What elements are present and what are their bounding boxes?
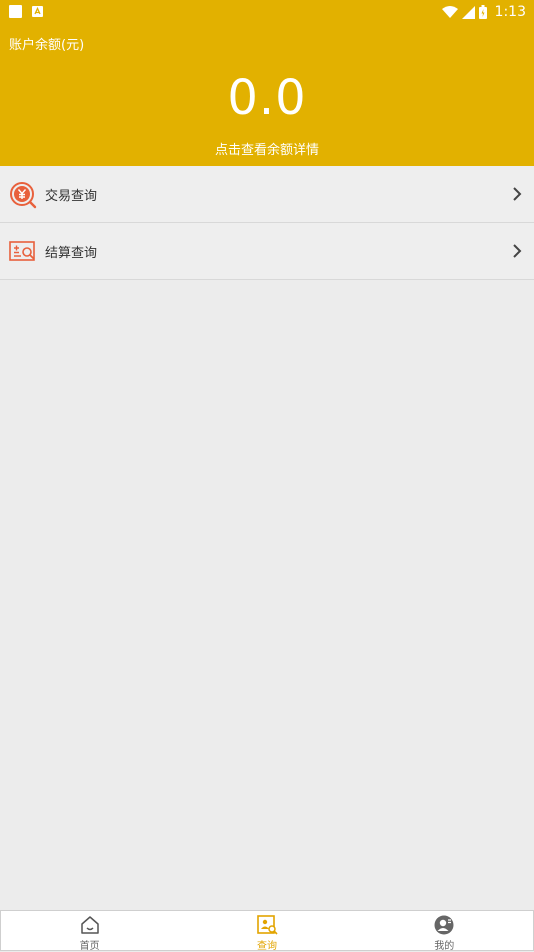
menu-item-transaction-query[interactable]: 交易查询 — [0, 166, 534, 223]
home-icon — [80, 916, 99, 934]
notification-a-icon — [32, 6, 43, 17]
settlement-search-icon — [9, 241, 35, 261]
menu-item-label: 交易查询 — [45, 189, 98, 204]
balance-label: 账户余额(元) — [9, 38, 85, 53]
chevron-right-icon — [513, 187, 522, 201]
status-time: 1:13 — [494, 4, 526, 20]
query-menu: 交易查询 结算查询 — [0, 166, 534, 280]
balance-header: 账户余额(元) 0.0 点击查看余额详情 — [0, 24, 534, 166]
chevron-right-icon — [513, 244, 522, 258]
status-icons: 1:13 — [441, 2, 526, 22]
status-bar: 1:13 — [0, 0, 534, 24]
query-icon — [257, 915, 278, 935]
signal-icon — [461, 5, 475, 19]
bottom-tab-bar: 首页 查询 我的 — [0, 910, 534, 952]
balance-value: 0.0 — [227, 70, 307, 126]
profile-icon — [434, 915, 454, 935]
menu-item-settlement-query[interactable]: 结算查询 — [0, 223, 534, 280]
battery-icon — [478, 5, 487, 19]
wifi-icon — [441, 5, 458, 18]
menu-item-label: 结算查询 — [45, 246, 98, 261]
balance-details-link[interactable]: 点击查看余额详情 — [0, 139, 534, 158]
tab-home[interactable]: 首页 — [1, 911, 178, 952]
tab-profile[interactable]: 我的 — [356, 911, 533, 952]
yuan-search-icon — [10, 182, 37, 209]
notification-square-icon — [9, 5, 22, 18]
tab-query[interactable]: 查询 — [178, 911, 355, 952]
